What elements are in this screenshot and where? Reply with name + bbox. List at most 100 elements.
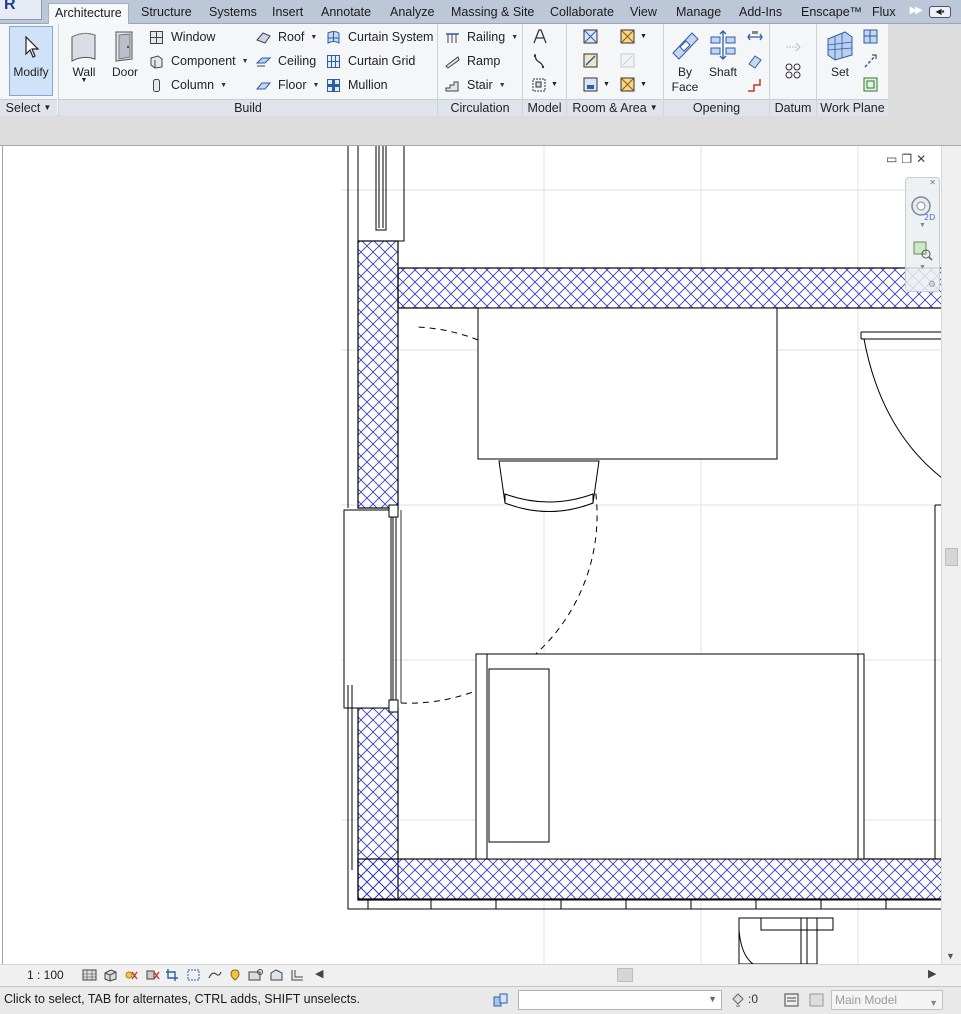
curtain-system-button[interactable]: Curtain System (326, 27, 434, 47)
active-workset-dropdown[interactable]: ▼ (518, 990, 722, 1010)
tab-enscape[interactable]: Enscape™ (795, 3, 868, 24)
worksets-icon[interactable] (491, 991, 511, 1009)
tab-flux[interactable]: Flux (866, 3, 902, 24)
scroll-down-icon[interactable]: ▼ (946, 951, 955, 961)
ribbon-minimize-icon[interactable]: ◀▪ (929, 6, 951, 18)
tab-view[interactable]: View (624, 3, 663, 24)
tab-systems[interactable]: Systems (203, 3, 263, 24)
dormer-icon[interactable] (746, 76, 764, 94)
chevron-down-icon[interactable]: ▼ (929, 994, 938, 1012)
model-text-icon[interactable] (531, 28, 549, 46)
roof-button[interactable]: Roof ▼ (256, 27, 322, 47)
navbar-options-icon[interactable]: ⚙ (928, 279, 936, 290)
model-line-icon[interactable] (531, 52, 549, 70)
tab-architecture[interactable]: Architecture (48, 3, 129, 25)
chevron-down-icon[interactable]: ▼ (511, 34, 518, 41)
model-group-icon[interactable] (531, 76, 549, 94)
analytical-model-icon[interactable] (290, 968, 305, 982)
window-button[interactable]: Window (149, 27, 244, 47)
area-tag-icon[interactable] (619, 76, 637, 94)
component-button[interactable]: Component ▼ (149, 51, 254, 71)
shadows-icon[interactable] (145, 968, 160, 982)
stair-button[interactable]: Stair ▼ (445, 75, 519, 95)
chevron-down-icon[interactable]: ▼ (708, 994, 717, 1004)
tab-annotate[interactable]: Annotate (315, 3, 377, 24)
chevron-down-icon[interactable]: ▼ (312, 82, 319, 89)
railing-button[interactable]: Railing ▼ (445, 27, 519, 47)
show-work-plane-icon[interactable] (862, 28, 880, 46)
ramp-button[interactable]: Ramp (445, 51, 519, 71)
tab-collaborate[interactable]: Collaborate (544, 3, 620, 24)
tab-massing-site[interactable]: Massing & Site (445, 3, 540, 24)
tab-structure[interactable]: Structure (135, 3, 198, 24)
grid-icon[interactable] (784, 62, 802, 80)
zoom-region-icon[interactable] (912, 240, 934, 262)
curtain-grid-button[interactable]: Curtain Grid (326, 51, 426, 71)
chevron-down-icon[interactable]: ▼ (640, 81, 647, 88)
ceiling-button[interactable]: Ceiling (256, 51, 322, 71)
close-icon[interactable]: ✕ (929, 178, 936, 187)
tab-insert[interactable]: Insert (266, 3, 309, 24)
unlocked-3d-view-icon[interactable] (207, 968, 222, 982)
wall-button[interactable]: Wall ▼ (64, 27, 104, 97)
chevron-down-icon[interactable]: ▼ (919, 264, 926, 271)
temporary-view-properties-icon[interactable] (269, 968, 284, 982)
horizontal-scroll-thumb[interactable] (617, 968, 633, 982)
panel-select[interactable]: Select ▼ (0, 99, 57, 116)
mullion-button[interactable]: Mullion (326, 75, 406, 95)
crop-view-icon[interactable] (165, 968, 180, 982)
viewer-icon[interactable] (862, 76, 880, 94)
tab-analyze[interactable]: Analyze (384, 3, 440, 24)
visual-style-icon[interactable] (103, 968, 118, 982)
chevron-down-icon[interactable]: ▼ (310, 34, 317, 41)
tab-add-ins[interactable]: Add-Ins (733, 3, 788, 24)
room-separator-icon[interactable] (582, 52, 600, 70)
chevron-down-icon[interactable]: ▼ (220, 82, 227, 89)
area-icon[interactable] (619, 28, 637, 46)
scroll-right-icon[interactable]: ▶ (928, 967, 936, 980)
close-icon[interactable]: ✕ (916, 152, 930, 166)
steering-wheel-icon[interactable]: 2D (909, 194, 937, 222)
scroll-left-icon[interactable]: ◀ (315, 967, 323, 980)
ref-plane-icon[interactable] (862, 52, 880, 70)
room-icon[interactable] (582, 28, 600, 46)
exclude-options-icon[interactable] (808, 991, 826, 1009)
vertical-scrollbar[interactable]: ▼ (941, 146, 961, 964)
chevron-down-icon[interactable]: ▼ (919, 222, 926, 229)
vertical-opening-icon[interactable] (746, 52, 764, 70)
area-boundary-icon[interactable] (619, 52, 637, 70)
column-button[interactable]: Column ▼ (149, 75, 239, 95)
chevron-down-icon[interactable]: ▼ (499, 82, 506, 89)
view-scale[interactable]: 1 : 100 (27, 968, 64, 982)
design-option-dropdown[interactable]: Main Model ▼ (831, 990, 943, 1010)
temporary-hide-icon[interactable] (228, 968, 243, 982)
shaft-button[interactable]: Shaft (705, 27, 741, 97)
scroll-thumb[interactable] (945, 548, 958, 566)
show-crop-region-icon[interactable] (186, 968, 201, 982)
detail-level-icon[interactable] (82, 968, 97, 982)
chevron-down-icon[interactable]: ▼ (242, 58, 249, 65)
sun-path-icon[interactable] (123, 968, 138, 982)
minimize-icon[interactable]: ▭ (886, 152, 901, 166)
panel-room-area[interactable]: Room & Area ▼ (567, 99, 663, 116)
level-icon[interactable] (784, 38, 802, 56)
chevron-down-icon[interactable]: ▼ (551, 81, 558, 88)
chevron-down-icon[interactable]: ▼ (603, 81, 610, 88)
by-face-button[interactable]: By Face (668, 27, 702, 97)
set-work-plane-button[interactable]: Set (822, 27, 858, 97)
room-tag-icon[interactable] (582, 76, 600, 94)
door-button[interactable]: Door (106, 27, 144, 97)
tab-overflow-icon[interactable]: ▶▶ (910, 5, 923, 16)
view-window-controls[interactable]: ▭❐✕ (886, 152, 940, 166)
wall-dropdown-icon[interactable]: ▼ (64, 77, 104, 84)
modify-button[interactable]: Modify (9, 26, 53, 96)
application-menu-button[interactable]: R (0, 0, 42, 20)
tab-manage[interactable]: Manage (670, 3, 727, 24)
editable-only-icon[interactable] (730, 991, 746, 1009)
chevron-down-icon[interactable]: ▼ (640, 33, 647, 40)
design-options-icon[interactable] (783, 991, 801, 1009)
floor-button[interactable]: Floor ▼ (256, 75, 322, 95)
wall-opening-icon[interactable] (746, 28, 764, 46)
restore-icon[interactable]: ❐ (901, 152, 916, 166)
floor-plan-canvas[interactable] (2, 146, 941, 964)
